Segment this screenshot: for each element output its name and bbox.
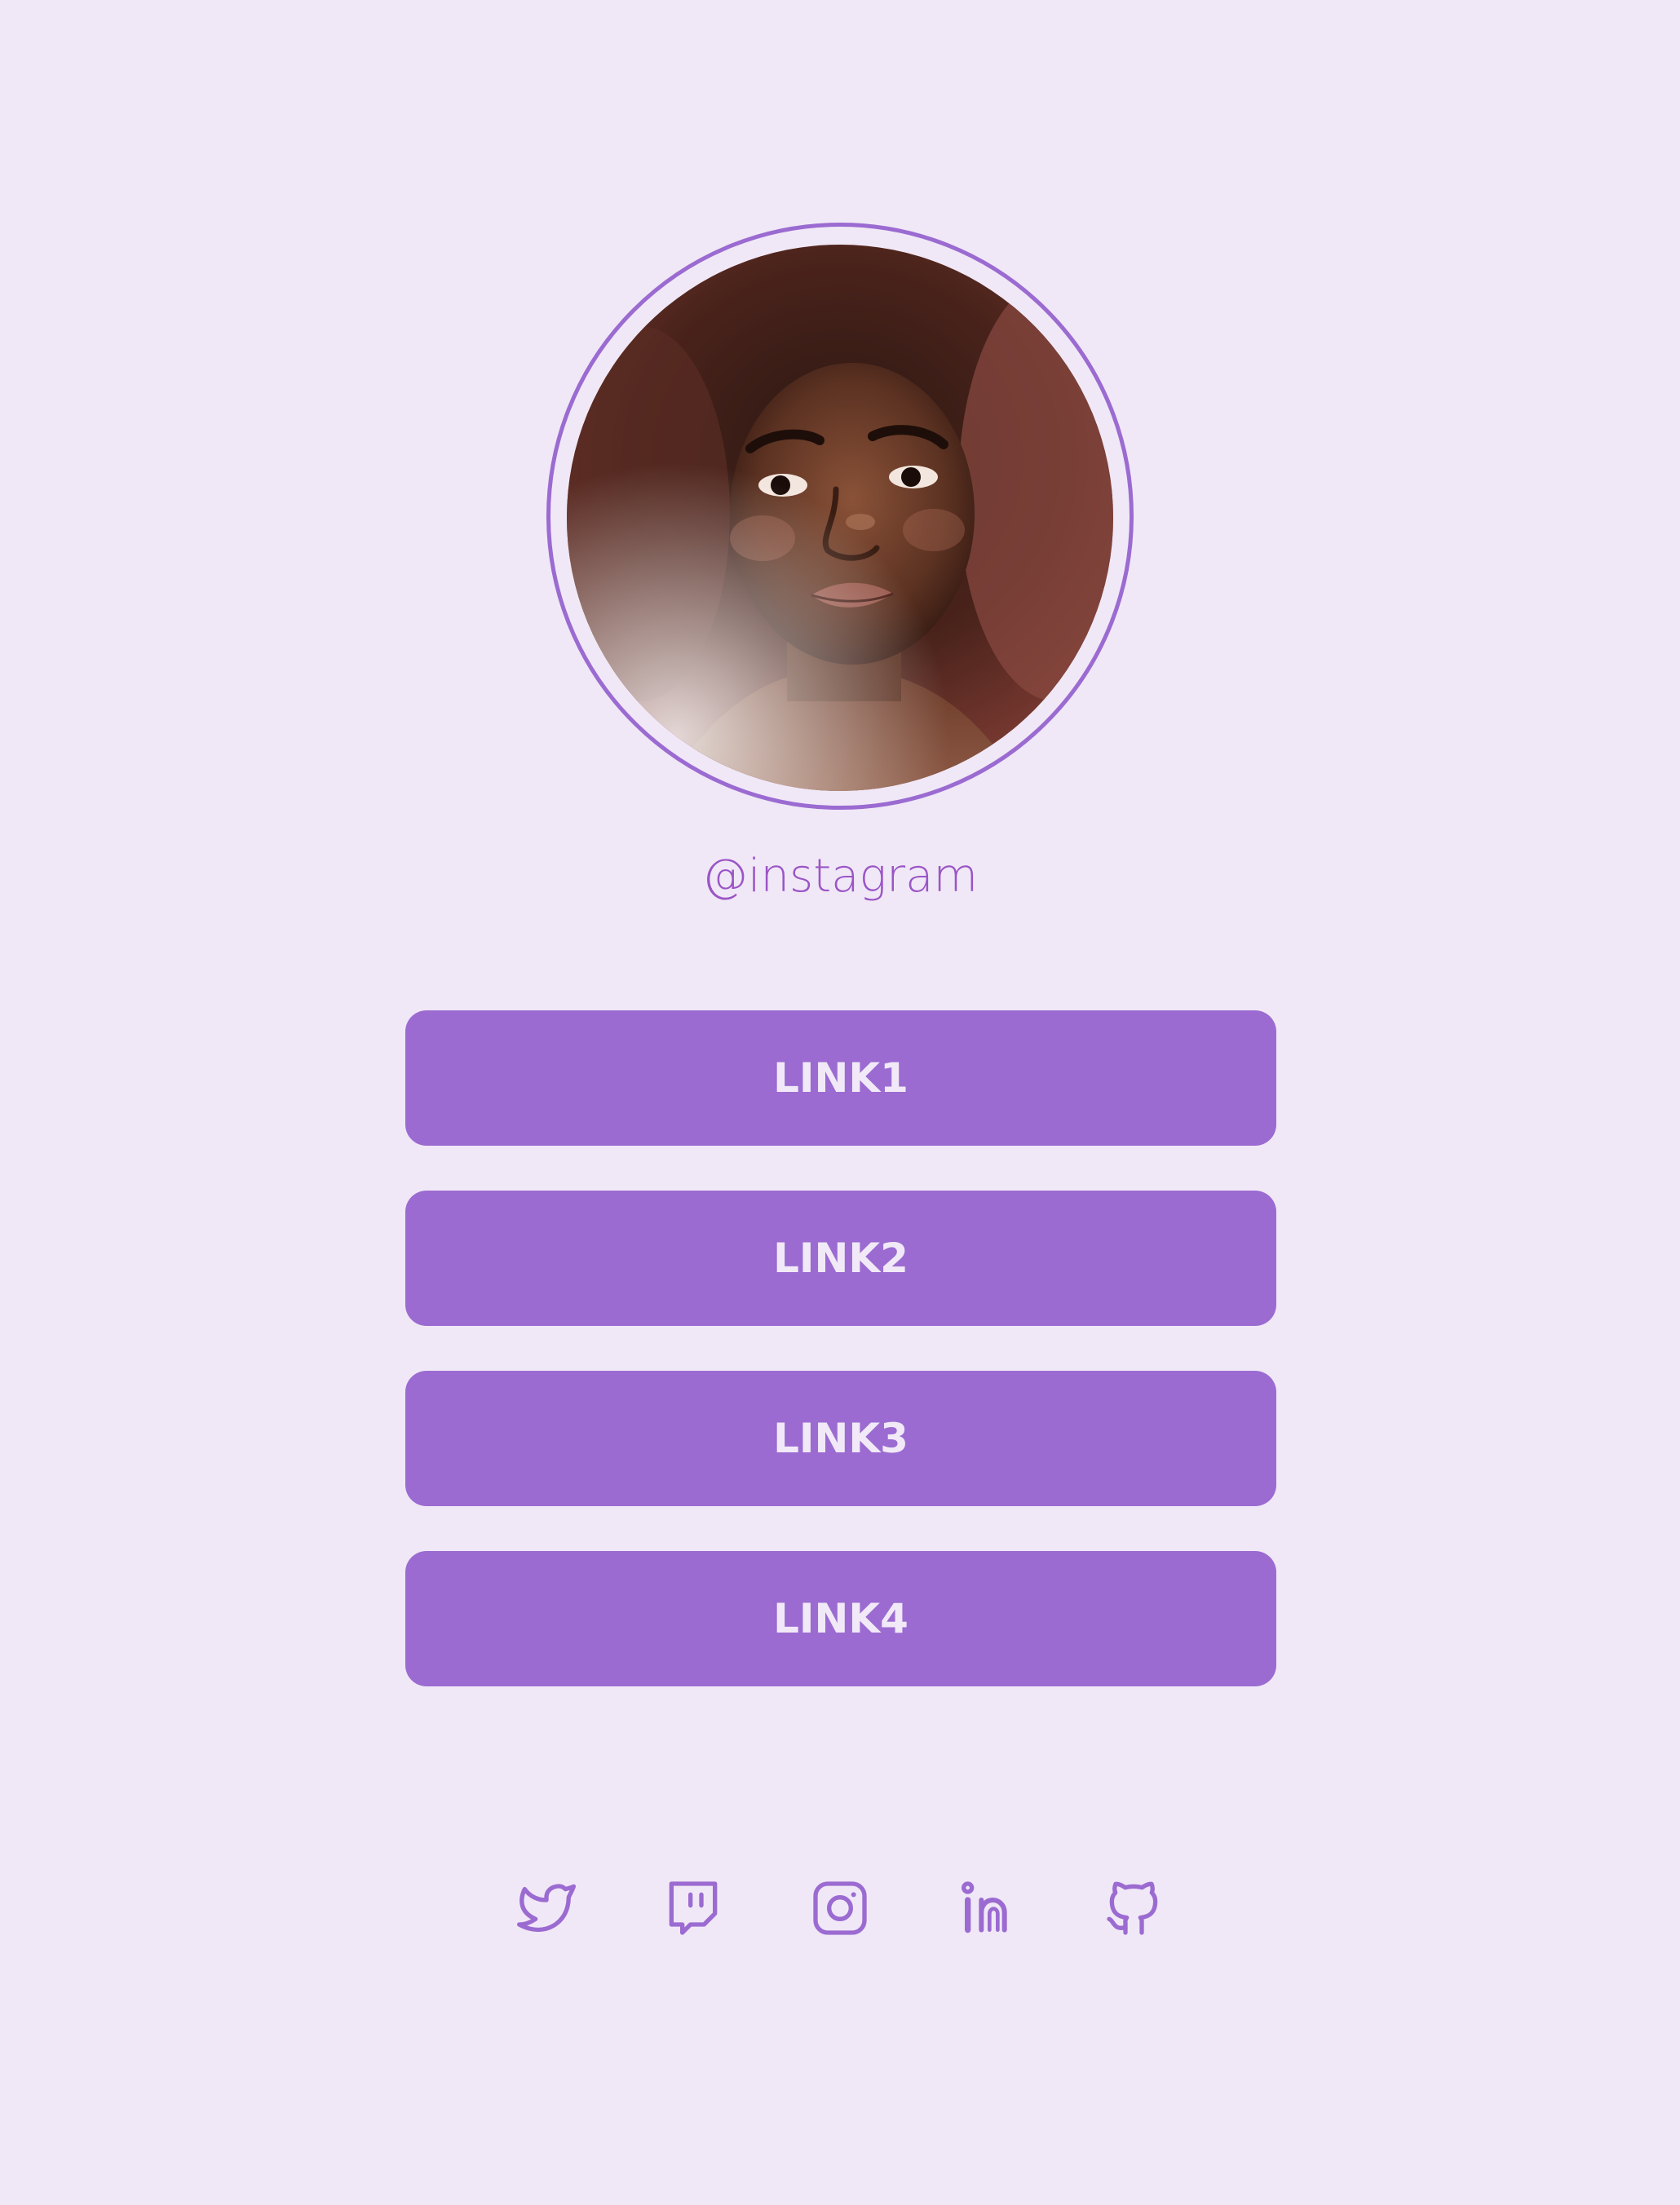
profile-handle[interactable]: @instagram bbox=[0, 844, 1680, 909]
instagram-link[interactable] bbox=[807, 1876, 873, 1941]
twitch-link[interactable] bbox=[661, 1876, 726, 1941]
github-link[interactable] bbox=[1101, 1876, 1166, 1941]
social-links bbox=[0, 1876, 1680, 1941]
linkedin-icon bbox=[962, 1881, 1007, 1933]
twitch-icon bbox=[669, 1881, 718, 1935]
avatar-image bbox=[567, 245, 1113, 791]
twitter-link[interactable] bbox=[514, 1876, 579, 1941]
avatar bbox=[567, 245, 1113, 791]
link-list: LINK1 LINK2 LINK3 LINK4 bbox=[405, 1010, 1276, 1731]
twitter-icon bbox=[517, 1884, 576, 1933]
instagram-icon bbox=[813, 1881, 867, 1935]
github-icon bbox=[1107, 1881, 1158, 1935]
link-button-1[interactable]: LINK1 bbox=[405, 1010, 1276, 1146]
link-button-3[interactable]: LINK3 bbox=[405, 1371, 1276, 1506]
linkedin-link[interactable] bbox=[954, 1876, 1019, 1941]
link-button-4[interactable]: LINK4 bbox=[405, 1551, 1276, 1686]
link-page: @instagram LINK1 LINK2 LINK3 LINK4 bbox=[0, 0, 1680, 2205]
link-button-2[interactable]: LINK2 bbox=[405, 1191, 1276, 1326]
